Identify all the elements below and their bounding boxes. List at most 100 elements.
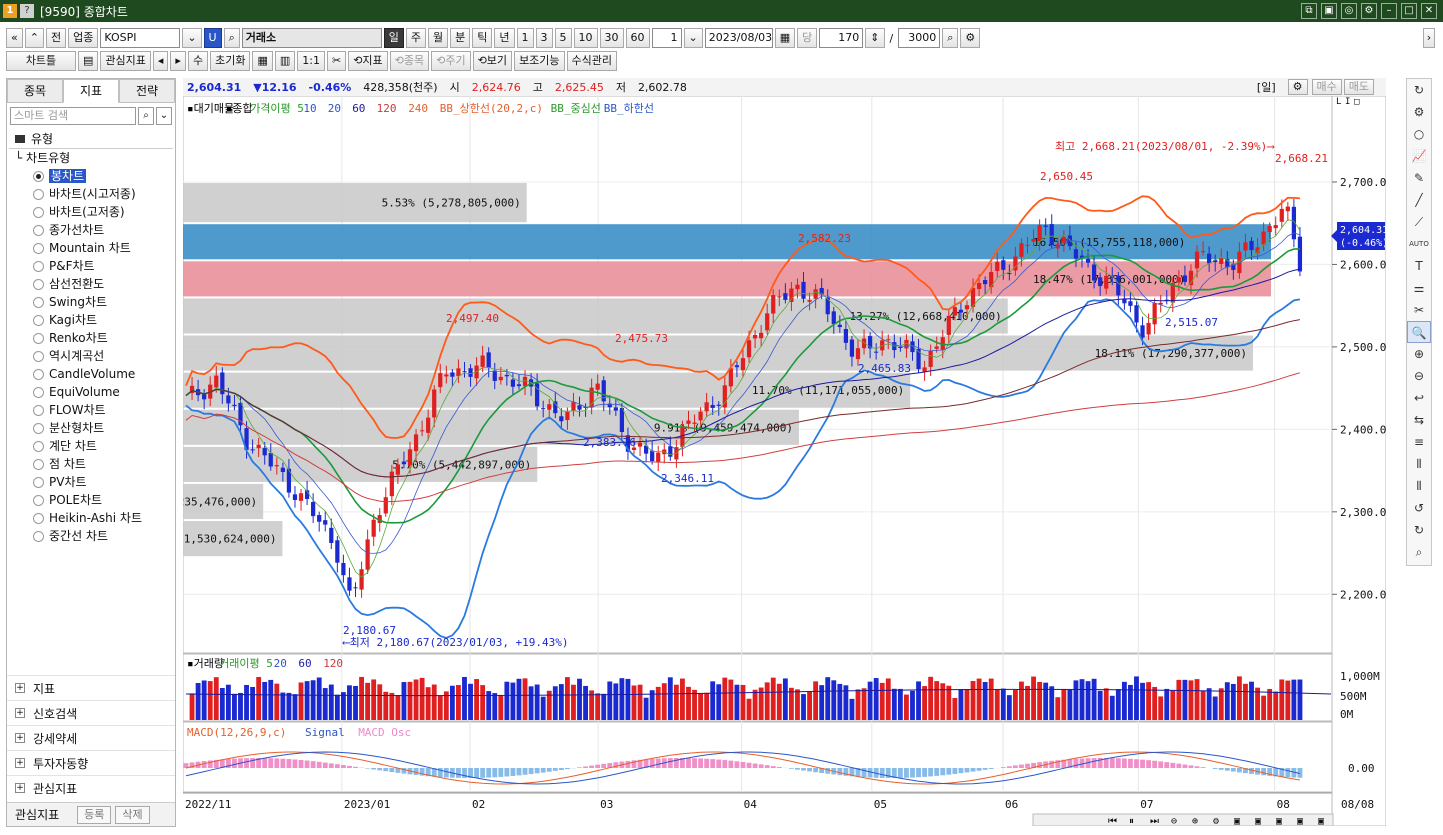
- interval-field[interactable]: 1: [651, 28, 682, 48]
- drawing-tool-icon[interactable]: ⫴: [1407, 475, 1431, 497]
- chart-type-item[interactable]: FLOW차트: [7, 401, 175, 419]
- scroll-right-small-icon[interactable]: ▸: [170, 51, 186, 71]
- minute-5-button[interactable]: 5: [554, 28, 572, 48]
- radio-icon[interactable]: [33, 315, 44, 326]
- save-icon[interactable]: ▣: [1321, 3, 1337, 19]
- left-group-item[interactable]: + 신호검색: [7, 700, 175, 725]
- tree-root[interactable]: └ 차트유형: [15, 149, 175, 167]
- tab-stock[interactable]: 종목: [7, 79, 63, 103]
- drawing-tool-icon[interactable]: ↺: [1407, 497, 1431, 519]
- date-field[interactable]: 2023/08/03: [704, 28, 773, 48]
- radio-icon[interactable]: [33, 369, 44, 380]
- radio-icon[interactable]: [33, 261, 44, 272]
- minute-60-button[interactable]: 60: [625, 28, 650, 48]
- chart-type-item[interactable]: Mountain 차트: [7, 239, 175, 257]
- radio-icon[interactable]: [33, 207, 44, 218]
- chart-type-item[interactable]: 종가선차트: [7, 221, 175, 239]
- chart-type-item[interactable]: EquiVolume: [7, 383, 175, 401]
- dropdown-icon[interactable]: ⌄: [182, 28, 202, 48]
- sell-button[interactable]: 매도: [1343, 79, 1374, 95]
- drawing-tool-icon[interactable]: ⫴: [1407, 453, 1431, 475]
- zoom-plus-icon[interactable]: ⌕: [942, 28, 959, 48]
- left-group-item[interactable]: + 지표: [7, 675, 175, 700]
- scissors-icon[interactable]: ✂: [326, 51, 347, 71]
- radio-icon[interactable]: [33, 441, 44, 452]
- drawing-tool-icon[interactable]: ⊖: [1407, 365, 1431, 387]
- drawing-tool-icon[interactable]: T: [1407, 255, 1431, 277]
- left-group-item[interactable]: + 관심지표: [7, 775, 175, 800]
- expand-plus-icon[interactable]: +: [15, 683, 25, 693]
- help-icon[interactable]: ?: [20, 4, 34, 18]
- market-select[interactable]: KOSPI: [100, 28, 181, 48]
- stock-button[interactable]: ⟲종목: [389, 51, 430, 71]
- radio-icon[interactable]: [33, 243, 44, 254]
- delete-button[interactable]: 삭제: [115, 805, 150, 824]
- chart-type-item[interactable]: Swing차트: [7, 293, 175, 311]
- chart-type-item[interactable]: POLE차트: [7, 491, 175, 509]
- split-icon[interactable]: ▥: [274, 51, 296, 71]
- chart-type-item[interactable]: 점 차트: [7, 455, 175, 473]
- period-year-button[interactable]: 년: [494, 28, 515, 48]
- period-minute-button[interactable]: 분: [450, 28, 471, 48]
- drawing-tool-icon[interactable]: ✎: [1407, 167, 1431, 189]
- drawing-tool-icon[interactable]: ⚙: [1407, 101, 1431, 123]
- expand-plus-icon[interactable]: +: [15, 708, 25, 718]
- buy-button[interactable]: 매수: [1311, 79, 1342, 95]
- smart-search-input[interactable]: 스마트 검색: [10, 107, 136, 125]
- radio-icon[interactable]: [33, 387, 44, 398]
- settings-icon[interactable]: ⚙: [1361, 3, 1377, 19]
- aux-function-button[interactable]: 보조기능: [514, 51, 565, 71]
- scroll-left-icon[interactable]: ◂: [152, 51, 169, 71]
- drawing-tool-icon[interactable]: ⊕: [1407, 343, 1431, 365]
- period-week-button[interactable]: 주: [405, 28, 427, 48]
- radio-icon[interactable]: [33, 297, 44, 308]
- left-group-item[interactable]: + 강세약세: [7, 725, 175, 750]
- scroll-control-icon[interactable]: ▣: [1276, 816, 1282, 827]
- minute-1-button[interactable]: 1: [516, 28, 534, 48]
- chart-settings-icon[interactable]: ⚙: [1287, 79, 1308, 95]
- expand-icon[interactable]: ⌄: [156, 107, 172, 125]
- minute-3-button[interactable]: 3: [535, 28, 553, 48]
- drawing-tool-icon[interactable]: ↻: [1407, 79, 1431, 101]
- drawing-tool-icon[interactable]: ⚌: [1407, 277, 1431, 299]
- chart-type-item[interactable]: 계단 차트: [7, 437, 175, 455]
- scroll-control-icon[interactable]: ⏮: [1108, 816, 1117, 827]
- gear-icon[interactable]: ⚙: [960, 28, 981, 48]
- drawing-tool-icon[interactable]: AUTO: [1407, 233, 1431, 255]
- radio-icon[interactable]: [33, 477, 44, 488]
- drawing-tool-icon[interactable]: ╱: [1407, 189, 1431, 211]
- scroll-control-icon[interactable]: ⏭: [1150, 816, 1159, 827]
- scroll-right-icon[interactable]: ›: [1423, 28, 1435, 48]
- link-icon[interactable]: ⧉: [1301, 3, 1317, 19]
- chart-type-item[interactable]: P&F차트: [7, 257, 175, 275]
- radio-icon[interactable]: [33, 513, 44, 524]
- radio-icon[interactable]: [33, 189, 44, 200]
- cycle-button[interactable]: ⟲주기: [431, 51, 471, 71]
- scroll-control-icon[interactable]: ⏸: [1129, 816, 1134, 827]
- search-icon[interactable]: ⌕: [223, 28, 240, 48]
- watch-indicator-button[interactable]: 관심지표: [100, 51, 151, 71]
- radio-icon[interactable]: [33, 333, 44, 344]
- drawing-tool-icon[interactable]: ⟋: [1407, 211, 1431, 233]
- scroll-control-icon[interactable]: ⊕: [1192, 816, 1198, 827]
- drawing-tool-icon[interactable]: ✂: [1407, 299, 1431, 321]
- minimize-icon[interactable]: –: [1381, 3, 1397, 19]
- ratio-button[interactable]: 1:1: [297, 51, 325, 71]
- count-field[interactable]: 170: [819, 28, 864, 48]
- scroll-control-icon[interactable]: ⚙: [1212, 816, 1219, 827]
- total-field[interactable]: 3000: [898, 28, 941, 48]
- period-month-button[interactable]: 월: [428, 28, 449, 48]
- radio-icon[interactable]: [33, 405, 44, 416]
- chart-type-item[interactable]: 중간선 차트: [7, 527, 175, 545]
- app-icon[interactable]: 1: [3, 4, 17, 18]
- radio-icon[interactable]: [33, 459, 44, 470]
- search-icon[interactable]: ⌕: [138, 107, 154, 125]
- chart-type-item[interactable]: 역시계곡선: [7, 347, 175, 365]
- left-group-item[interactable]: + 투자자동향: [7, 750, 175, 775]
- chart-type-item[interactable]: CandleVolume: [7, 365, 175, 383]
- scroll-control-icon[interactable]: ▣: [1234, 816, 1240, 827]
- expand-plus-icon[interactable]: +: [15, 783, 25, 793]
- camera-icon[interactable]: ◎: [1341, 3, 1357, 19]
- radio-icon[interactable]: [33, 531, 44, 542]
- radio-icon[interactable]: [33, 423, 44, 434]
